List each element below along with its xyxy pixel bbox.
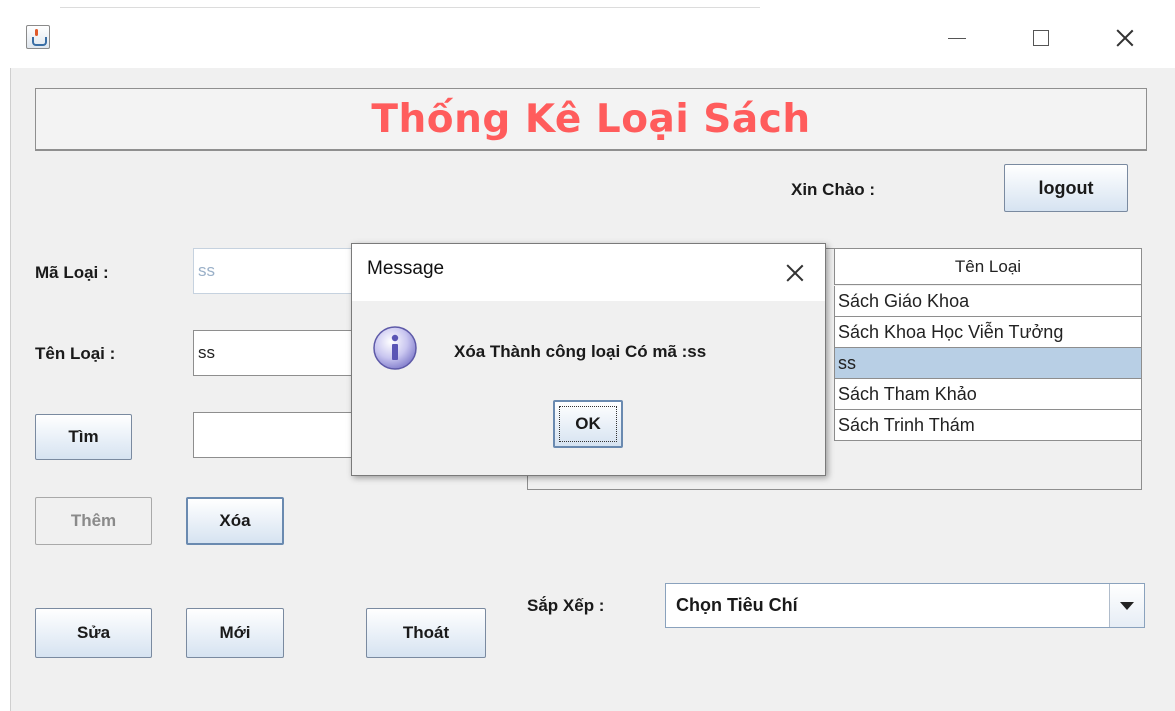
sort-label: Sắp Xếp : <box>527 596 605 615</box>
dialog-title: Message <box>367 258 445 279</box>
maximize-button[interactable] <box>1016 20 1066 56</box>
page-header: Thống Kê Loại Sách <box>35 88 1147 151</box>
table-row-selected[interactable]: ss <box>834 348 1141 379</box>
table-row[interactable]: Sách Trinh Thám <box>834 410 1141 441</box>
ok-button[interactable]: OK <box>553 400 623 448</box>
table-row[interactable]: Sách Khoa Học Viễn Tưởng <box>834 317 1141 348</box>
close-icon <box>1115 28 1135 48</box>
sort-selected-value: Chọn Tiêu Chí <box>676 595 798 615</box>
info-icon <box>371 324 419 372</box>
close-icon <box>785 263 805 283</box>
new-button[interactable]: Mới <box>186 608 284 658</box>
greeting-label: Xin Chào : <box>791 180 876 199</box>
delete-button[interactable]: Xóa <box>186 497 284 545</box>
dropdown-arrow-button[interactable] <box>1109 584 1144 627</box>
ma-loai-field[interactable]: ss <box>193 248 363 294</box>
exit-button[interactable]: Thoát <box>366 608 486 658</box>
ten-loai-field[interactable]: ss <box>193 330 363 376</box>
close-button[interactable] <box>1100 20 1150 56</box>
search-input[interactable] <box>193 412 363 458</box>
sort-combobox[interactable]: Chọn Tiêu Chí <box>665 583 1145 628</box>
add-button[interactable]: Thêm <box>35 497 152 545</box>
title-bar <box>10 8 1175 68</box>
logout-button[interactable]: logout <box>1004 164 1128 212</box>
minimize-icon <box>948 37 966 39</box>
dialog-message: Xóa Thành công loại Có mã :ss <box>454 342 707 361</box>
ten-loai-label: Tên Loại : <box>35 344 116 363</box>
dialog-close-button[interactable] <box>780 258 810 288</box>
maximize-icon <box>1033 30 1049 46</box>
ma-loai-label: Mã Loại : <box>35 263 109 282</box>
background-window-strip <box>60 0 760 8</box>
minimize-button[interactable] <box>932 20 982 56</box>
edit-button[interactable]: Sửa <box>35 608 152 658</box>
chevron-down-icon <box>1120 601 1134 610</box>
java-app-icon <box>26 25 50 49</box>
ok-button-label: OK <box>559 406 617 442</box>
table-row[interactable]: Sách Giáo Khoa <box>834 286 1141 317</box>
table-header-ten-loai[interactable]: Tên Loại <box>834 249 1141 285</box>
search-button[interactable]: Tìm <box>35 414 132 460</box>
page-title: Thống Kê Loại Sách <box>371 96 811 142</box>
table-row[interactable]: Sách Tham Khảo <box>834 379 1141 410</box>
